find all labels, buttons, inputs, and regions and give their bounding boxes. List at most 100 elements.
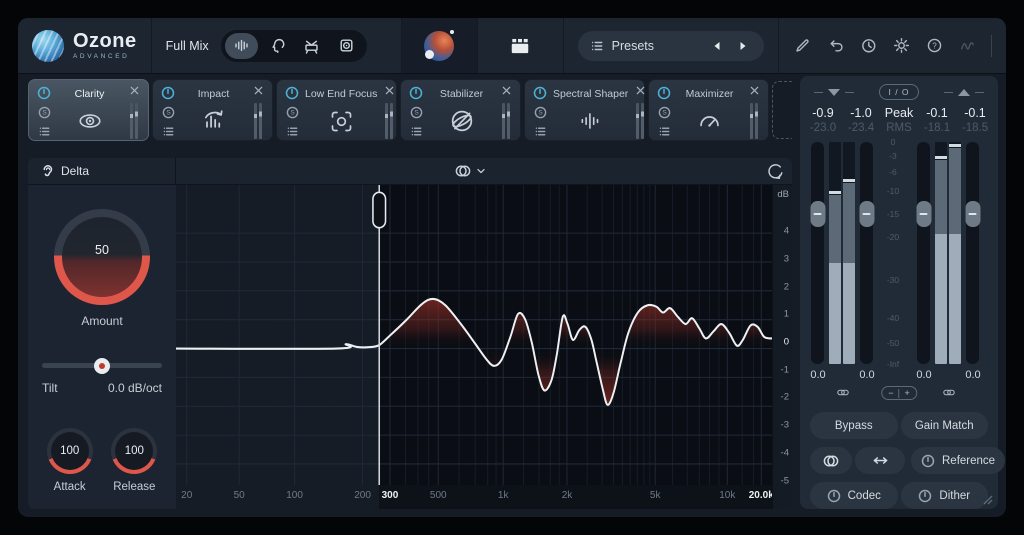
module-solo-icon[interactable]: S — [38, 106, 51, 119]
output-link-button[interactable] — [941, 386, 958, 399]
rms-label[interactable]: RMS — [880, 122, 918, 134]
edit-pencil-button[interactable] — [793, 36, 813, 56]
db-tick--2: -2 — [780, 391, 789, 403]
fader-handle[interactable] — [859, 201, 874, 227]
attack-knob[interactable]: 100 — [46, 428, 93, 474]
db-axis-title: dB — [777, 189, 789, 200]
module-close-icon[interactable] — [129, 85, 140, 103]
settings-gear-button[interactable] — [892, 36, 912, 56]
module-tab-clarity[interactable]: S Clarity — [28, 79, 149, 141]
module-power-icon[interactable] — [285, 86, 299, 100]
spectrum-plot[interactable] — [176, 185, 772, 485]
module-menu-icon[interactable] — [534, 125, 547, 138]
reference-button[interactable]: Reference — [911, 447, 1006, 474]
gain-fader-2[interactable] — [859, 142, 874, 364]
dither-button[interactable]: Dither — [900, 482, 988, 509]
module-solo-icon[interactable]: S — [162, 106, 175, 119]
gain-fader-3[interactable] — [916, 142, 931, 364]
amount-knob[interactable]: 50 — [54, 209, 150, 305]
module-solo-icon[interactable]: S — [410, 106, 423, 119]
fader-handle[interactable] — [810, 201, 825, 227]
mix-mode-waveform[interactable] — [224, 32, 258, 59]
module-power-icon[interactable] — [409, 86, 423, 100]
module-tab-label: Clarity — [74, 88, 105, 100]
module-mini-meter — [381, 103, 397, 139]
spectrum-display: 20 50 100 200 300 500 1k 2k 5k 10k 20.0k — [176, 185, 774, 509]
svg-text:S: S — [414, 110, 419, 117]
stereo-mode-button[interactable] — [810, 447, 852, 474]
gain-fader-4[interactable] — [965, 142, 980, 364]
module-tab-maximizer[interactable]: S Maximizer — [648, 79, 769, 141]
codec-label: Codec — [847, 489, 881, 502]
help-button[interactable]: ? — [925, 36, 945, 56]
module-power-icon[interactable] — [533, 86, 547, 100]
module-power-icon[interactable] — [37, 86, 51, 100]
crossover-handle[interactable] — [372, 191, 387, 229]
module-menu-icon[interactable] — [658, 125, 671, 138]
fader-value-4: 0.0 — [965, 369, 981, 381]
history-button[interactable] — [859, 36, 879, 56]
native-instruments-logo — [1005, 36, 1006, 56]
output-meter-collapse-button[interactable] — [944, 88, 984, 96]
mix-mode-vocal[interactable] — [260, 33, 293, 59]
module-menu-icon[interactable] — [286, 125, 299, 138]
power-icon[interactable] — [918, 489, 932, 503]
module-solo-icon[interactable]: S — [534, 106, 547, 119]
spectral-module-icon — [553, 103, 628, 139]
tilt-slider-handle[interactable] — [94, 357, 110, 374]
module-tab-impact[interactable]: S Impact — [152, 79, 273, 141]
ai-assistant-button[interactable] — [424, 29, 455, 61]
io-toggle-button[interactable]: I / O — [879, 84, 919, 100]
previous-preset-button[interactable] — [708, 37, 726, 55]
module-close-icon[interactable] — [501, 85, 512, 103]
presets-dropdown[interactable]: Presets — [577, 30, 764, 61]
fader-handle[interactable] — [916, 201, 931, 227]
mix-mode-selector — [220, 29, 367, 62]
gain-match-button[interactable]: Gain Match — [900, 412, 988, 439]
next-preset-button[interactable] — [734, 37, 752, 55]
module-close-icon[interactable] — [384, 85, 395, 103]
stereo-circles-icon — [453, 161, 473, 181]
bypass-button[interactable]: Bypass — [810, 412, 898, 439]
module-tab-spectral-shaper[interactable]: S Spectral Shaper — [524, 79, 645, 141]
tilt-slider[interactable] — [42, 357, 162, 374]
module-close-icon[interactable] — [635, 85, 646, 103]
input-meter-collapse-button[interactable] — [814, 88, 854, 96]
module-chain-view-button[interactable] — [509, 35, 531, 57]
triangle-up-icon — [958, 88, 970, 96]
width-arrows-button[interactable] — [855, 447, 905, 474]
reset-history-button[interactable] — [762, 162, 788, 181]
mix-mode-speaker[interactable] — [330, 33, 363, 59]
module-menu-icon[interactable] — [38, 125, 51, 138]
gain-fader-1[interactable] — [810, 142, 825, 364]
module-close-icon[interactable] — [749, 85, 760, 103]
stereo-mode-dropdown[interactable] — [453, 161, 486, 181]
fader-value-2: 0.0 — [859, 369, 875, 381]
power-icon[interactable] — [827, 489, 841, 503]
codec-button[interactable]: Codec — [810, 482, 898, 509]
resize-grip[interactable] — [981, 493, 993, 505]
module-solo-icon[interactable]: S — [286, 106, 299, 119]
mix-mode-drums[interactable] — [295, 33, 328, 59]
add-module-slot[interactable] — [772, 81, 792, 139]
amount-value: 50 — [95, 243, 109, 257]
minus-plus-toggle[interactable]: − + — [881, 386, 917, 400]
release-knob[interactable]: 100 — [111, 428, 158, 474]
module-header: Delta — [28, 158, 792, 185]
module-tab-low-end-focus[interactable]: S Low End Focus — [276, 79, 397, 141]
module-power-icon[interactable] — [657, 86, 671, 100]
module-solo-icon[interactable]: S — [658, 106, 671, 119]
mix-mode-label: Full Mix — [165, 38, 209, 53]
module-menu-icon[interactable] — [410, 125, 423, 138]
module-close-icon[interactable] — [253, 85, 264, 103]
module-menu-icon[interactable] — [162, 125, 175, 138]
input-link-button[interactable] — [835, 386, 852, 399]
delta-button[interactable]: Delta — [28, 158, 176, 184]
module-power-icon[interactable] — [161, 86, 175, 100]
module-tab-stabilizer[interactable]: S Stabilizer — [400, 79, 521, 141]
power-icon[interactable] — [921, 454, 935, 468]
fader-handle[interactable] — [965, 201, 980, 227]
ni-wave-icon[interactable] — [958, 36, 978, 56]
peak-label[interactable]: Peak — [880, 106, 918, 120]
undo-button[interactable] — [826, 36, 846, 56]
